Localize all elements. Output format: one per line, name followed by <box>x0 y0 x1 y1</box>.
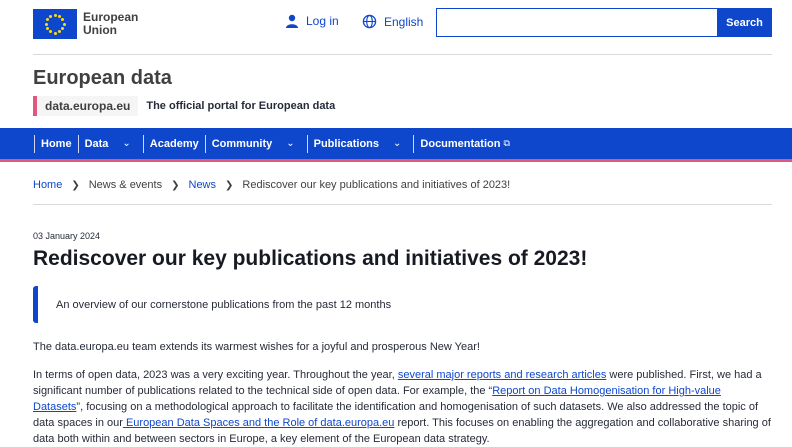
user-icon <box>286 14 298 28</box>
flag-star <box>53 31 57 35</box>
nav-item-academy[interactable]: Academy <box>142 134 205 153</box>
flag-star <box>53 13 57 17</box>
nav-item-home[interactable]: Home <box>34 134 78 153</box>
article-paragraph: In terms of open data, 2023 was a very e… <box>33 367 773 447</box>
flag-star <box>45 27 49 30</box>
chevron-down-icon[interactable]: ⌄ <box>393 138 401 149</box>
portal-tag: data.europa.eu <box>33 96 139 116</box>
breadcrumb-news[interactable]: News <box>189 179 217 191</box>
page-title: Rediscover our key publications and init… <box>33 247 588 270</box>
data-spaces-report-link[interactable]: European Data Spaces and the Role of dat… <box>123 417 394 429</box>
eu-name-line2: Union <box>83 23 117 37</box>
flag-star <box>61 18 65 21</box>
external-link-icon: ⧉ <box>503 138 510 148</box>
flag-star <box>44 22 48 26</box>
article-date: 03 January 2024 <box>33 231 101 241</box>
flag-star <box>45 18 49 21</box>
nav-label: Home <box>41 137 72 150</box>
site-title[interactable]: European data <box>33 67 172 90</box>
flag-star <box>62 22 66 26</box>
breadcrumb-home[interactable]: Home <box>33 179 62 191</box>
portal-description: The official portal for European data <box>146 100 336 112</box>
article-lead: An overview of our cornerstone publicati… <box>33 286 533 323</box>
nav-label: Data <box>84 137 109 150</box>
search-input[interactable] <box>436 8 718 37</box>
article-paragraph: The data.europa.eu team extends its warm… <box>33 341 480 353</box>
nav-label: Community <box>211 137 273 150</box>
nav-label: Academy <box>149 137 199 150</box>
breadcrumb-news-events: News & events <box>88 179 163 191</box>
flag-star <box>61 27 65 30</box>
nav-item-data[interactable]: Data ⌄ <box>77 134 143 153</box>
nav-item-community[interactable]: Community ⌄ <box>204 134 307 153</box>
breadcrumb-divider <box>33 204 772 205</box>
chevron-right-icon: ❯ <box>71 179 80 191</box>
nav-label: Documentation <box>420 137 501 150</box>
eu-flag-icon <box>33 9 77 39</box>
breadcrumb-current: Rediscover our key publications and init… <box>242 179 511 191</box>
search-button[interactable]: Search <box>717 8 772 37</box>
reports-link[interactable]: several major reports and research artic… <box>398 369 606 381</box>
portal-row: data.europa.eu The official portal for E… <box>33 96 335 116</box>
nav-item-documentation[interactable]: Documentation ⧉ <box>413 134 516 153</box>
header-divider <box>33 54 772 55</box>
top-header: European Union Log in English Search <box>0 0 792 48</box>
chevron-right-icon: ❯ <box>171 179 180 191</box>
main-navigation: Home Data ⌄ Academy Community ⌄ Publicat… <box>0 128 792 162</box>
eu-logo[interactable]: European Union <box>33 9 138 39</box>
flag-star <box>49 30 52 34</box>
chevron-right-icon: ❯ <box>225 179 234 191</box>
nav-item-publications[interactable]: Publications ⌄ <box>306 134 414 153</box>
nav-label: Publications <box>313 137 380 150</box>
paragraph-text: In terms of open data, 2023 was a very e… <box>33 369 398 381</box>
login-link[interactable]: Log in <box>285 14 339 28</box>
language-selector[interactable]: English <box>362 14 423 29</box>
chevron-down-icon[interactable]: ⌄ <box>122 138 130 149</box>
flag-star <box>58 30 61 34</box>
globe-icon <box>362 14 377 29</box>
lead-text: An overview of our cornerstone publicati… <box>56 298 392 311</box>
chevron-down-icon[interactable]: ⌄ <box>286 138 294 149</box>
breadcrumb: Home ❯ News & events ❯ News ❯ Rediscover… <box>33 179 510 191</box>
eu-name: European Union <box>83 11 138 37</box>
login-label: Log in <box>306 14 339 28</box>
language-label: English <box>384 14 424 29</box>
flag-star <box>58 14 61 18</box>
flag-star <box>49 14 52 18</box>
